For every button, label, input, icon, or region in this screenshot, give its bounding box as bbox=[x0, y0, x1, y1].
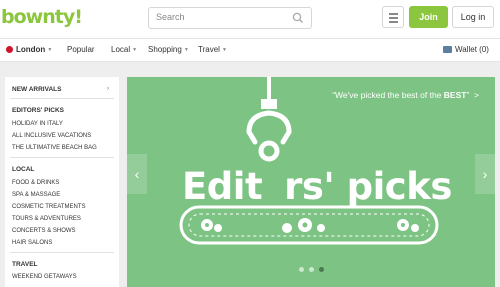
divider bbox=[10, 157, 114, 158]
sidebar-item[interactable]: THE ULTIMATIVE BEACH BAG bbox=[12, 145, 97, 151]
sidebar: NEW ARRIVALS › EDITORS' PICKS HOLIDAY IN… bbox=[5, 77, 119, 287]
divider bbox=[10, 252, 114, 253]
carousel-dot-active[interactable] bbox=[319, 267, 324, 272]
category-nav: London ▼ Popular Local ▼ Shopping ▼ Travel ▼… bbox=[0, 38, 500, 62]
sidebar-item[interactable]: CONCERTS & SHOWS bbox=[12, 228, 76, 234]
nav-label: Local bbox=[111, 45, 131, 55]
wallet-link[interactable]: Wallet (0) bbox=[443, 39, 489, 61]
gear-icon bbox=[201, 218, 419, 233]
nav-label: Travel bbox=[198, 45, 220, 55]
sidebar-item[interactable]: HAIR SALONS bbox=[12, 240, 52, 246]
sidebar-heading-editors-picks[interactable]: EDITORS' PICKS bbox=[12, 107, 64, 114]
chevron-down-icon: ▼ bbox=[183, 47, 189, 53]
sidebar-item[interactable]: HOLIDAY IN ITALY bbox=[12, 121, 63, 127]
sidebar-heading-travel[interactable]: TRAVEL bbox=[12, 261, 38, 268]
city-selector[interactable]: London ▼ bbox=[6, 39, 52, 61]
chevron-down-icon: ▼ bbox=[221, 47, 227, 53]
hero-title: Edit rs' picks bbox=[182, 165, 452, 208]
top-bar: bownty! Search Join Log in bbox=[0, 0, 500, 38]
chevron-down-icon: ▼ bbox=[47, 47, 53, 53]
chevron-right-icon: › bbox=[107, 86, 109, 92]
wallet-icon bbox=[443, 46, 452, 53]
nav-item-local[interactable]: Local ▼ bbox=[111, 39, 137, 61]
wallet-label: Wallet (0) bbox=[455, 45, 489, 54]
nav-item-popular[interactable]: Popular bbox=[67, 39, 95, 61]
hero-banner[interactable]: “We've picked the best of the BEST” > Ed… bbox=[127, 77, 495, 287]
carousel-prev-button[interactable]: ‹ bbox=[127, 154, 147, 194]
sidebar-item-new-arrivals[interactable]: NEW ARRIVALS bbox=[12, 86, 61, 93]
carousel-dot[interactable] bbox=[299, 267, 304, 272]
sidebar-item[interactable]: WEEKEND GETAWAYS bbox=[12, 274, 77, 280]
search-placeholder: Search bbox=[156, 12, 185, 22]
sidebar-heading-local[interactable]: LOCAL bbox=[12, 166, 34, 173]
carousel-next-button[interactable]: › bbox=[475, 154, 495, 194]
sidebar-item[interactable]: FOOD & DRINKS bbox=[12, 180, 59, 186]
search-input[interactable]: Search bbox=[148, 7, 312, 29]
title-part-2: rs' picks bbox=[284, 165, 452, 208]
nav-label: Popular bbox=[67, 45, 95, 54]
carousel-dot[interactable] bbox=[309, 267, 314, 272]
logo[interactable]: bownty! bbox=[1, 6, 83, 28]
chevron-left-icon: ‹ bbox=[134, 166, 140, 182]
sidebar-item[interactable]: TOURS & ADVENTURES bbox=[12, 216, 81, 222]
chevron-right-icon: › bbox=[482, 166, 488, 182]
uk-flag-icon bbox=[6, 46, 13, 54]
sidebar-item[interactable]: SPA & MASSAGE bbox=[12, 192, 60, 198]
title-part-1: Edit bbox=[182, 165, 263, 208]
claw-icon bbox=[246, 77, 292, 162]
sidebar-item[interactable]: ALL INCLUSIVE VACATIONS bbox=[12, 133, 91, 139]
nav-item-shopping[interactable]: Shopping ▼ bbox=[148, 39, 189, 61]
hamburger-icon[interactable] bbox=[382, 6, 404, 28]
search-icon[interactable] bbox=[291, 11, 305, 25]
sidebar-item[interactable]: COSMETIC TREATMENTS bbox=[12, 204, 85, 210]
nav-label: Shopping bbox=[148, 45, 182, 55]
nav-item-travel[interactable]: Travel ▼ bbox=[198, 39, 227, 61]
city-label: London bbox=[16, 45, 46, 55]
chevron-down-icon: ▼ bbox=[132, 47, 138, 53]
divider bbox=[10, 98, 114, 99]
login-button[interactable]: Log in bbox=[452, 6, 494, 28]
join-button[interactable]: Join bbox=[409, 6, 448, 28]
